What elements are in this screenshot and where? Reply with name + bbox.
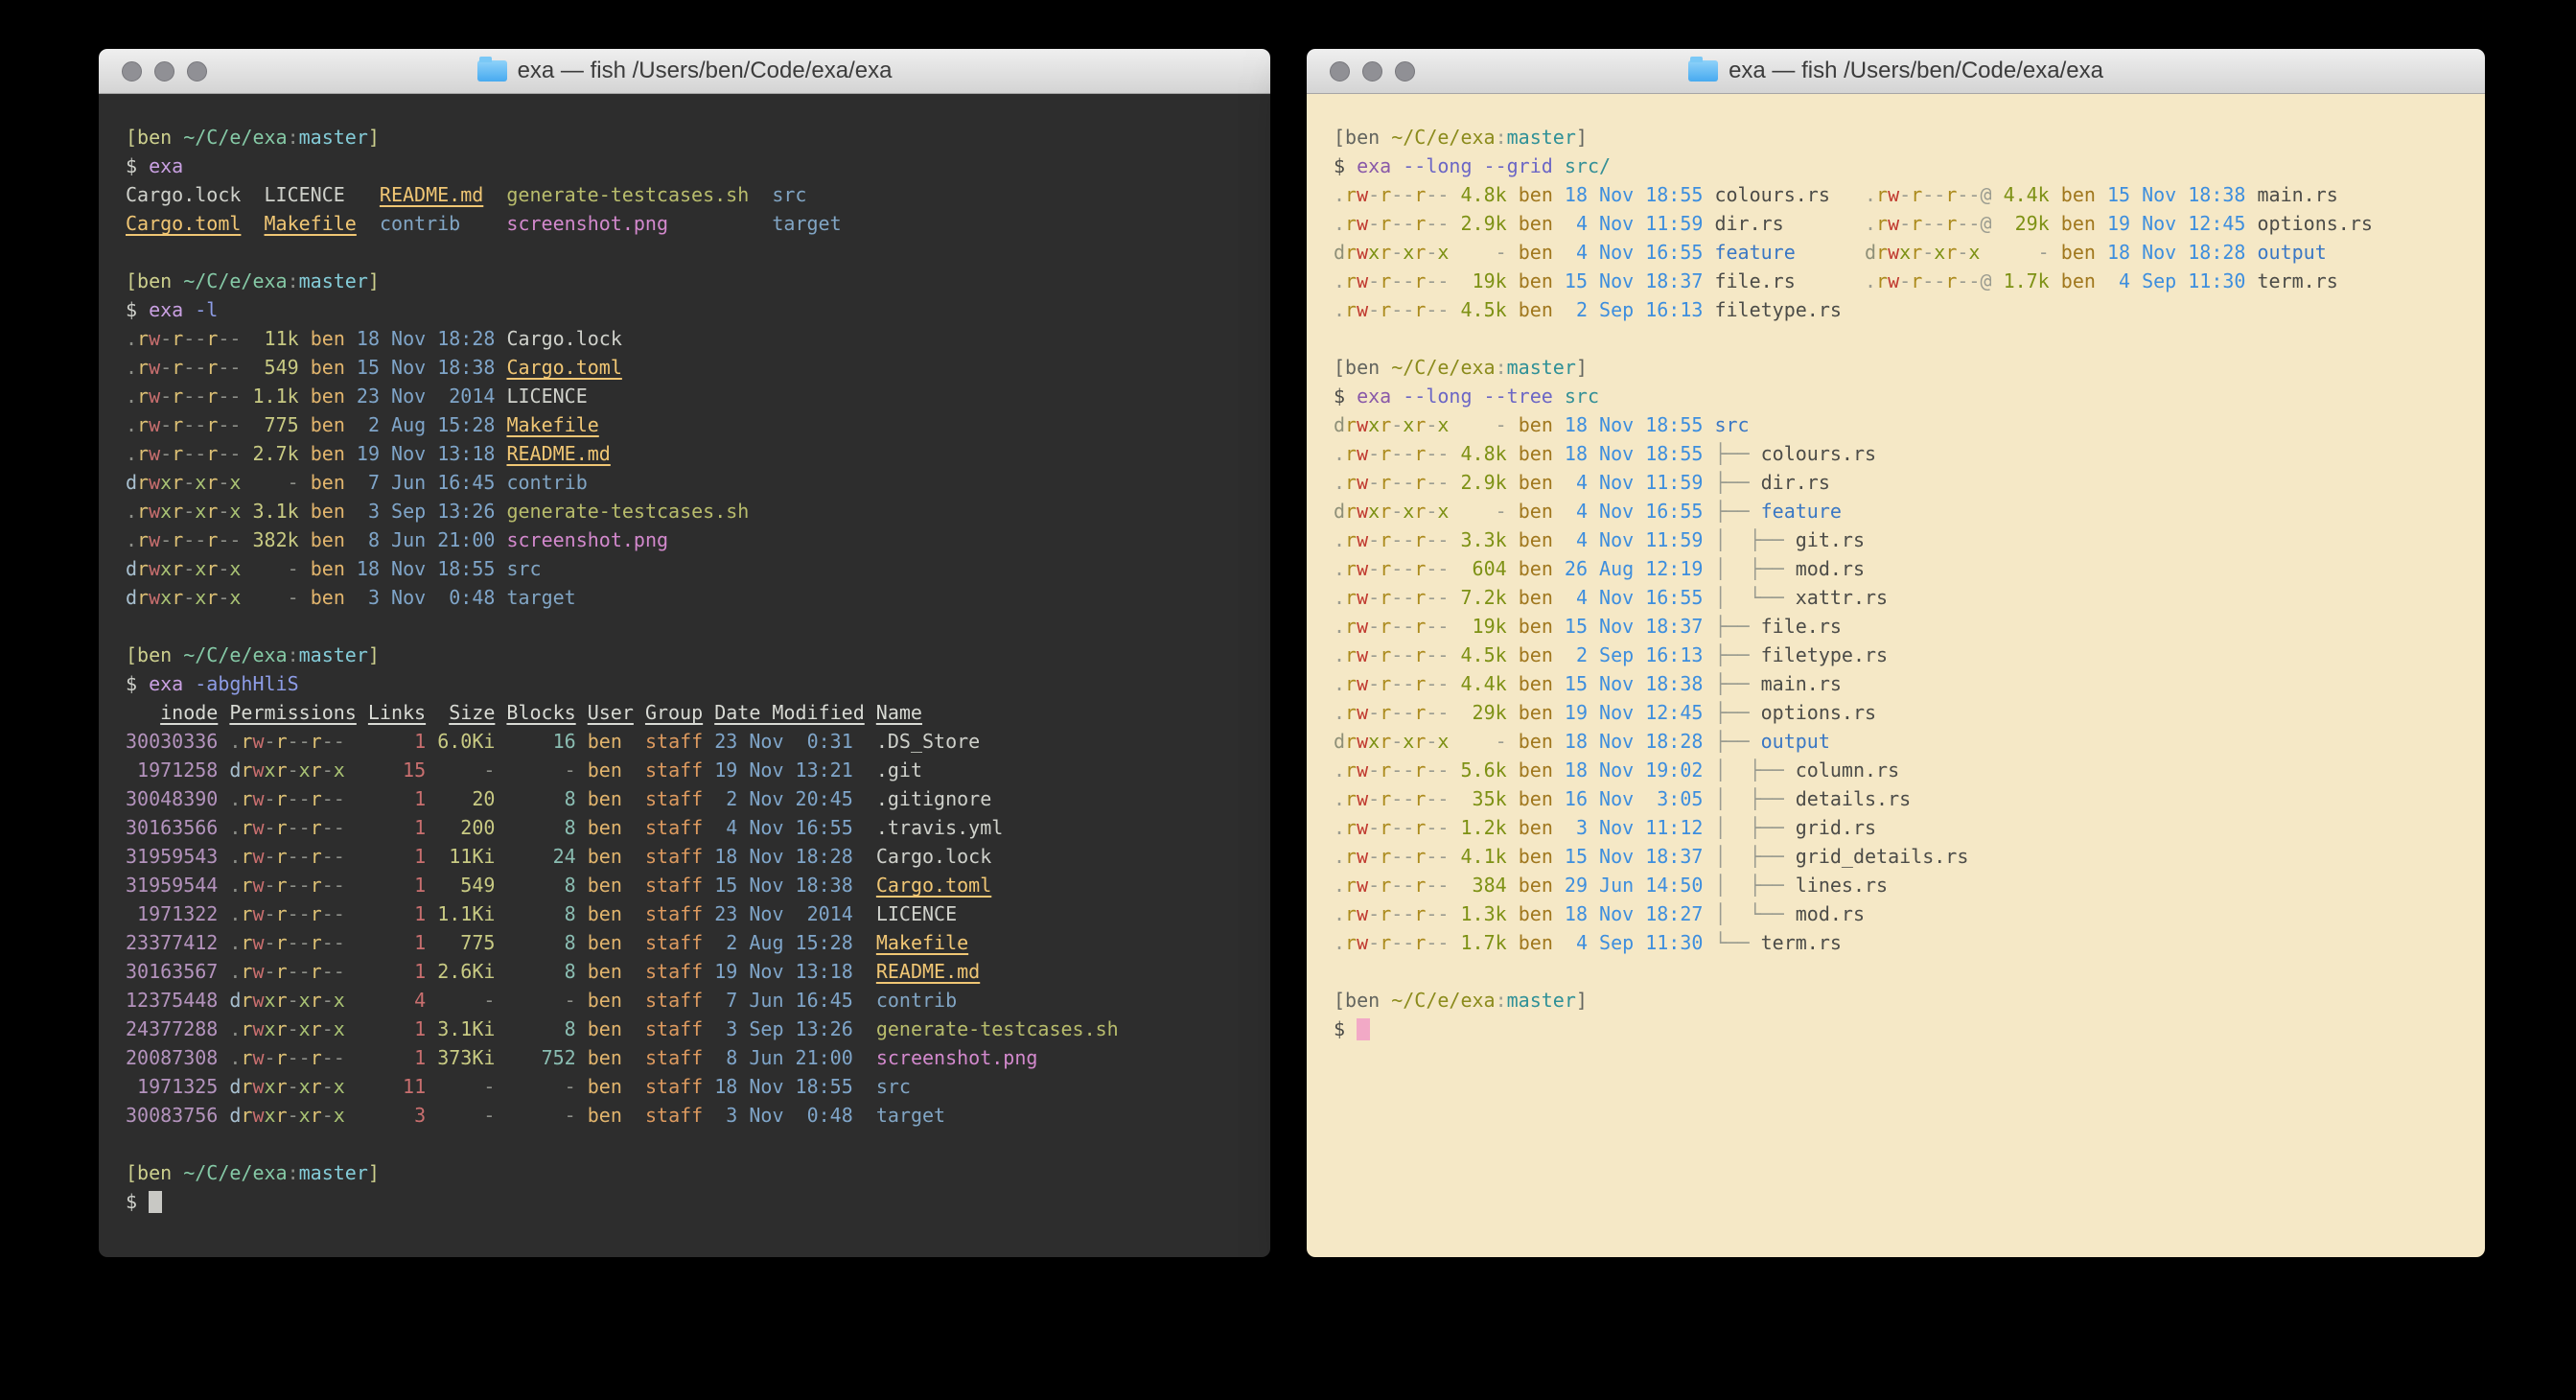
terminal-line: 24377288 .rwxr-xr-x 1 3.1Ki 8 ben staff … bbox=[126, 1015, 1270, 1043]
terminal-line: .rw-r--r-- 35k ben 16 Nov 3:05 │ ├── det… bbox=[1334, 784, 2485, 813]
terminal-line: .rw-r--r-- 19k ben 15 Nov 18:37 ├── file… bbox=[1334, 612, 2485, 641]
window-title-text: exa — fish /Users/ben/Code/exa/exa bbox=[1729, 58, 2103, 84]
terminal-line: .rw-r--r-- 4.5k ben 2 Sep 16:13 ├── file… bbox=[1334, 641, 2485, 669]
close-button[interactable] bbox=[1330, 61, 1350, 82]
terminal-line: .rw-r--r-- 4.5k ben 2 Sep 16:13 filetype… bbox=[1334, 295, 2485, 324]
terminal-line: 30030336 .rw-r--r-- 1 6.0Ki 16 ben staff… bbox=[126, 727, 1270, 756]
terminal-line: drwxr-xr-x - ben 18 Nov 18:55 src bbox=[126, 554, 1270, 583]
terminal-line: Cargo.toml Makefile contrib screenshot.p… bbox=[126, 209, 1270, 238]
terminal-line: $ exa -abghHliS bbox=[126, 669, 1270, 698]
title-bar[interactable]: exa — fish /Users/ben/Code/exa/exa bbox=[99, 49, 1270, 94]
terminal-line: .rw-r--r-- 4.4k ben 15 Nov 18:38 ├── mai… bbox=[1334, 669, 2485, 698]
terminal-line: 30163566 .rw-r--r-- 1 200 8 ben staff 4 … bbox=[126, 813, 1270, 842]
terminal-line: [ben ~/C/e/exa:master] bbox=[126, 641, 1270, 669]
terminal-line: [ben ~/C/e/exa:master] bbox=[1334, 353, 2485, 382]
close-button[interactable] bbox=[122, 61, 142, 82]
folder-icon bbox=[477, 60, 507, 82]
terminal-line: $ exa --long --grid src/ bbox=[1334, 152, 2485, 180]
terminal-line: .rw-r--r-- 7.2k ben 4 Nov 16:55 │ └── xa… bbox=[1334, 583, 2485, 612]
terminal-line: 1971258 drwxr-xr-x 15 - - ben staff 19 N… bbox=[126, 756, 1270, 784]
terminal-line: drwxr-xr-x - ben 7 Jun 16:45 contrib bbox=[126, 468, 1270, 497]
terminal-line: .rw-r--r-- 4.8k ben 18 Nov 18:55 colours… bbox=[1334, 180, 2485, 209]
terminal-line: .rwxr-xr-x 3.1k ben 3 Sep 13:26 generate… bbox=[126, 497, 1270, 525]
title-bar[interactable]: exa — fish /Users/ben/Code/exa/exa bbox=[1307, 49, 2485, 94]
terminal-line: .rw-r--r-- 2.9k ben 4 Nov 11:59 ├── dir.… bbox=[1334, 468, 2485, 497]
terminal-line: .rw-r--r-- 4.1k ben 15 Nov 18:37 │ ├── g… bbox=[1334, 842, 2485, 871]
terminal-line: 30048390 .rw-r--r-- 1 20 8 ben staff 2 N… bbox=[126, 784, 1270, 813]
terminal-line: .rw-r--r-- 19k ben 15 Nov 18:37 file.rs … bbox=[1334, 267, 2485, 295]
terminal-line: drwxr-xr-x - ben 3 Nov 0:48 target bbox=[126, 583, 1270, 612]
desktop-background: { "page": {"background": "#000000"}, "wi… bbox=[0, 0, 2576, 1400]
terminal-line: .rw-r--r-- 549 ben 15 Nov 18:38 Cargo.to… bbox=[126, 353, 1270, 382]
terminal-line: 1971325 drwxr-xr-x 11 - - ben staff 18 N… bbox=[126, 1072, 1270, 1101]
terminal-line bbox=[126, 1130, 1270, 1158]
terminal-line: .rw-r--r-- 4.8k ben 18 Nov 18:55 ├── col… bbox=[1334, 439, 2485, 468]
terminal-line: .rw-r--r-- 29k ben 19 Nov 12:45 ├── opti… bbox=[1334, 698, 2485, 727]
terminal-line: 12375448 drwxr-xr-x 4 - - ben staff 7 Ju… bbox=[126, 986, 1270, 1015]
terminal-line: $ exa -l bbox=[126, 295, 1270, 324]
terminal-line: 31959543 .rw-r--r-- 1 11Ki 24 ben staff … bbox=[126, 842, 1270, 871]
terminal-window-dark: exa — fish /Users/ben/Code/exa/exa [ben … bbox=[99, 49, 1270, 1257]
terminal-line: .rw-r--r-- 11k ben 18 Nov 18:28 Cargo.lo… bbox=[126, 324, 1270, 353]
terminal-line bbox=[1334, 324, 2485, 353]
traffic-lights bbox=[1330, 49, 1415, 93]
window-title-text: exa — fish /Users/ben/Code/exa/exa bbox=[518, 58, 893, 84]
terminal-line: drwxr-xr-x - ben 18 Nov 18:28 ├── output bbox=[1334, 727, 2485, 756]
terminal-line: 30163567 .rw-r--r-- 1 2.6Ki 8 ben staff … bbox=[126, 957, 1270, 986]
traffic-lights bbox=[122, 49, 207, 93]
terminal-line: 31959544 .rw-r--r-- 1 549 8 ben staff 15… bbox=[126, 871, 1270, 899]
terminal-output[interactable]: [ben ~/C/e/exa:master]$ exaCargo.lock LI… bbox=[99, 94, 1270, 1257]
zoom-button[interactable] bbox=[1395, 61, 1415, 82]
terminal-line: drwxr-xr-x - ben 4 Nov 16:55 ├── feature bbox=[1334, 497, 2485, 525]
window-title: exa — fish /Users/ben/Code/exa/exa bbox=[477, 58, 893, 84]
terminal-line bbox=[126, 238, 1270, 267]
terminal-line: .rw-r--r-- 1.2k ben 3 Nov 11:12 │ ├── gr… bbox=[1334, 813, 2485, 842]
text-cursor bbox=[1357, 1018, 1370, 1040]
zoom-button[interactable] bbox=[187, 61, 207, 82]
terminal-line: 1971322 .rw-r--r-- 1 1.1Ki 8 ben staff 2… bbox=[126, 899, 1270, 928]
terminal-line: .rw-r--r-- 604 ben 26 Aug 12:19 │ ├── mo… bbox=[1334, 554, 2485, 583]
terminal-output[interactable]: [ben ~/C/e/exa:master]$ exa --long --gri… bbox=[1307, 94, 2485, 1257]
terminal-line: .rw-r--r-- 3.3k ben 4 Nov 11:59 │ ├── gi… bbox=[1334, 525, 2485, 554]
terminal-line: $ exa bbox=[126, 152, 1270, 180]
terminal-line: [ben ~/C/e/exa:master] bbox=[1334, 986, 2485, 1015]
terminal-line: [ben ~/C/e/exa:master] bbox=[126, 1158, 1270, 1187]
terminal-line: Cargo.lock LICENCE README.md generate-te… bbox=[126, 180, 1270, 209]
terminal-window-light: exa — fish /Users/ben/Code/exa/exa [ben … bbox=[1307, 49, 2485, 1257]
terminal-line: .rw-r--r-- 775 ben 2 Aug 15:28 Makefile bbox=[126, 410, 1270, 439]
terminal-line: 20087308 .rw-r--r-- 1 373Ki 752 ben staf… bbox=[126, 1043, 1270, 1072]
terminal-line: drwxr-xr-x - ben 4 Nov 16:55 feature drw… bbox=[1334, 238, 2485, 267]
minimize-button[interactable] bbox=[1362, 61, 1382, 82]
terminal-line: .rw-r--r-- 384 ben 29 Jun 14:50 │ ├── li… bbox=[1334, 871, 2485, 899]
terminal-line: .rw-r--r-- 2.9k ben 4 Nov 11:59 dir.rs .… bbox=[1334, 209, 2485, 238]
terminal-line: .rw-r--r-- 1.3k ben 18 Nov 18:27 │ └── m… bbox=[1334, 899, 2485, 928]
terminal-line: inode Permissions Links Size Blocks User… bbox=[126, 698, 1270, 727]
terminal-line: $ bbox=[126, 1187, 1270, 1216]
folder-icon bbox=[1688, 60, 1718, 82]
terminal-line: .rw-r--r-- 5.6k ben 18 Nov 19:02 │ ├── c… bbox=[1334, 756, 2485, 784]
terminal-line: [ben ~/C/e/exa:master] bbox=[1334, 123, 2485, 152]
terminal-line: .rw-r--r-- 382k ben 8 Jun 21:00 screensh… bbox=[126, 525, 1270, 554]
terminal-line: 23377412 .rw-r--r-- 1 775 8 ben staff 2 … bbox=[126, 928, 1270, 957]
terminal-line bbox=[126, 612, 1270, 641]
terminal-line: .rw-r--r-- 1.1k ben 23 Nov 2014 LICENCE bbox=[126, 382, 1270, 410]
terminal-line: $ bbox=[1334, 1015, 2485, 1043]
terminal-line: drwxr-xr-x - ben 18 Nov 18:55 src bbox=[1334, 410, 2485, 439]
terminal-line: .rw-r--r-- 1.7k ben 4 Sep 11:30 └── term… bbox=[1334, 928, 2485, 957]
window-title: exa — fish /Users/ben/Code/exa/exa bbox=[1688, 58, 2103, 84]
terminal-line: [ben ~/C/e/exa:master] bbox=[126, 123, 1270, 152]
terminal-line: $ exa --long --tree src bbox=[1334, 382, 2485, 410]
minimize-button[interactable] bbox=[154, 61, 174, 82]
terminal-line bbox=[1334, 957, 2485, 986]
terminal-line: 30083756 drwxr-xr-x 3 - - ben staff 3 No… bbox=[126, 1101, 1270, 1130]
terminal-line: [ben ~/C/e/exa:master] bbox=[126, 267, 1270, 295]
text-cursor bbox=[149, 1191, 162, 1213]
terminal-line: .rw-r--r-- 2.7k ben 19 Nov 13:18 README.… bbox=[126, 439, 1270, 468]
